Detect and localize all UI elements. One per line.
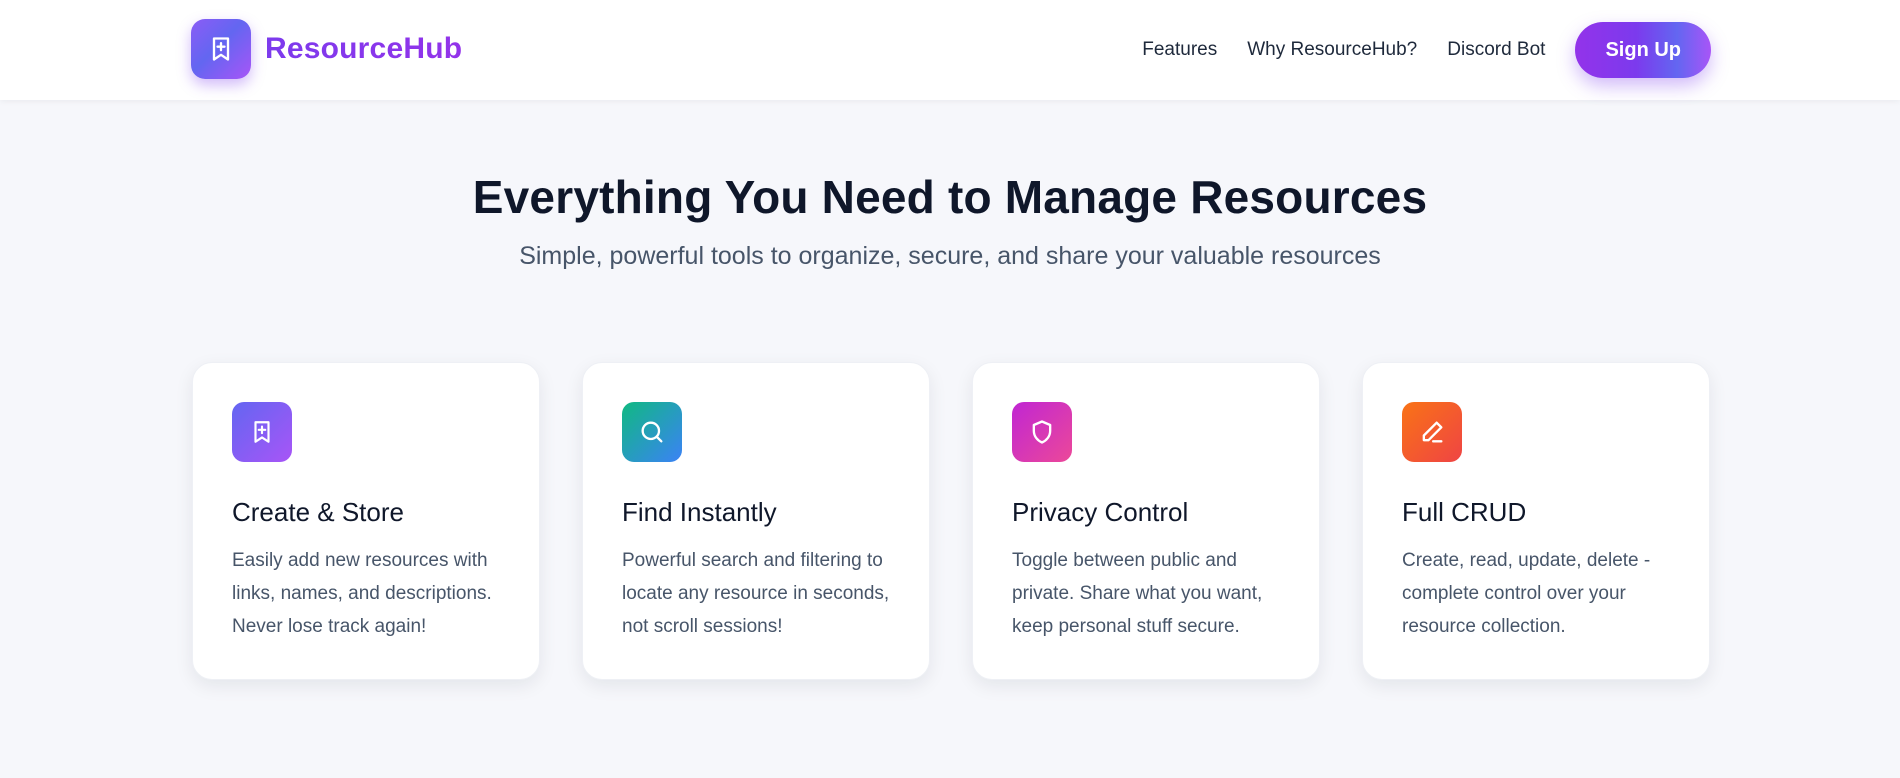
pencil-icon <box>1402 402 1462 462</box>
shield-icon <box>1012 402 1072 462</box>
feature-description: Toggle between public and private. Share… <box>1012 550 1263 637</box>
nav-link-why-resourcehub[interactable]: Why ResourceHub? <box>1247 39 1417 61</box>
feature-card-privacy-control: Privacy Control Toggle between public an… <box>972 362 1320 680</box>
nav-link-features[interactable]: Features <box>1142 39 1217 61</box>
features-hero: Everything You Need to Manage Resources … <box>0 170 1900 271</box>
feature-card-find-instantly: Find Instantly Powerful search and filte… <box>582 362 930 680</box>
nav-link-discord-bot[interactable]: Discord Bot <box>1447 39 1545 61</box>
bookmark-plus-icon <box>191 19 251 79</box>
feature-title: Create & Store <box>232 497 404 527</box>
feature-cards: Create & Store Easily add new resources … <box>192 362 1710 680</box>
brand[interactable]: ResourceHub <box>191 19 462 79</box>
section-subtitle: Simple, powerful tools to organize, secu… <box>519 242 1381 270</box>
feature-title: Full CRUD <box>1402 497 1527 527</box>
feature-description: Create, read, update, delete - complete … <box>1402 550 1651 637</box>
brand-name: ResourceHub <box>265 32 463 65</box>
feature-title: Find Instantly <box>622 497 777 527</box>
sign-up-button[interactable]: Sign Up <box>1575 22 1711 78</box>
search-icon <box>622 402 682 462</box>
section-title: Everything You Need to Manage Resources <box>472 171 1428 223</box>
feature-card-full-crud: Full CRUD Create, read, update, delete -… <box>1362 362 1710 680</box>
feature-description: Powerful search and filtering to locate … <box>622 550 890 637</box>
feature-title: Privacy Control <box>1012 497 1189 527</box>
main-nav: Features Why ResourceHub? Discord Bot Si… <box>1142 22 1711 78</box>
bookmark-plus-icon <box>232 402 292 462</box>
top-navbar: ResourceHub Features Why ResourceHub? Di… <box>0 0 1900 100</box>
feature-description: Easily add new resources with links, nam… <box>232 550 492 637</box>
feature-card-create-store: Create & Store Easily add new resources … <box>192 362 540 680</box>
